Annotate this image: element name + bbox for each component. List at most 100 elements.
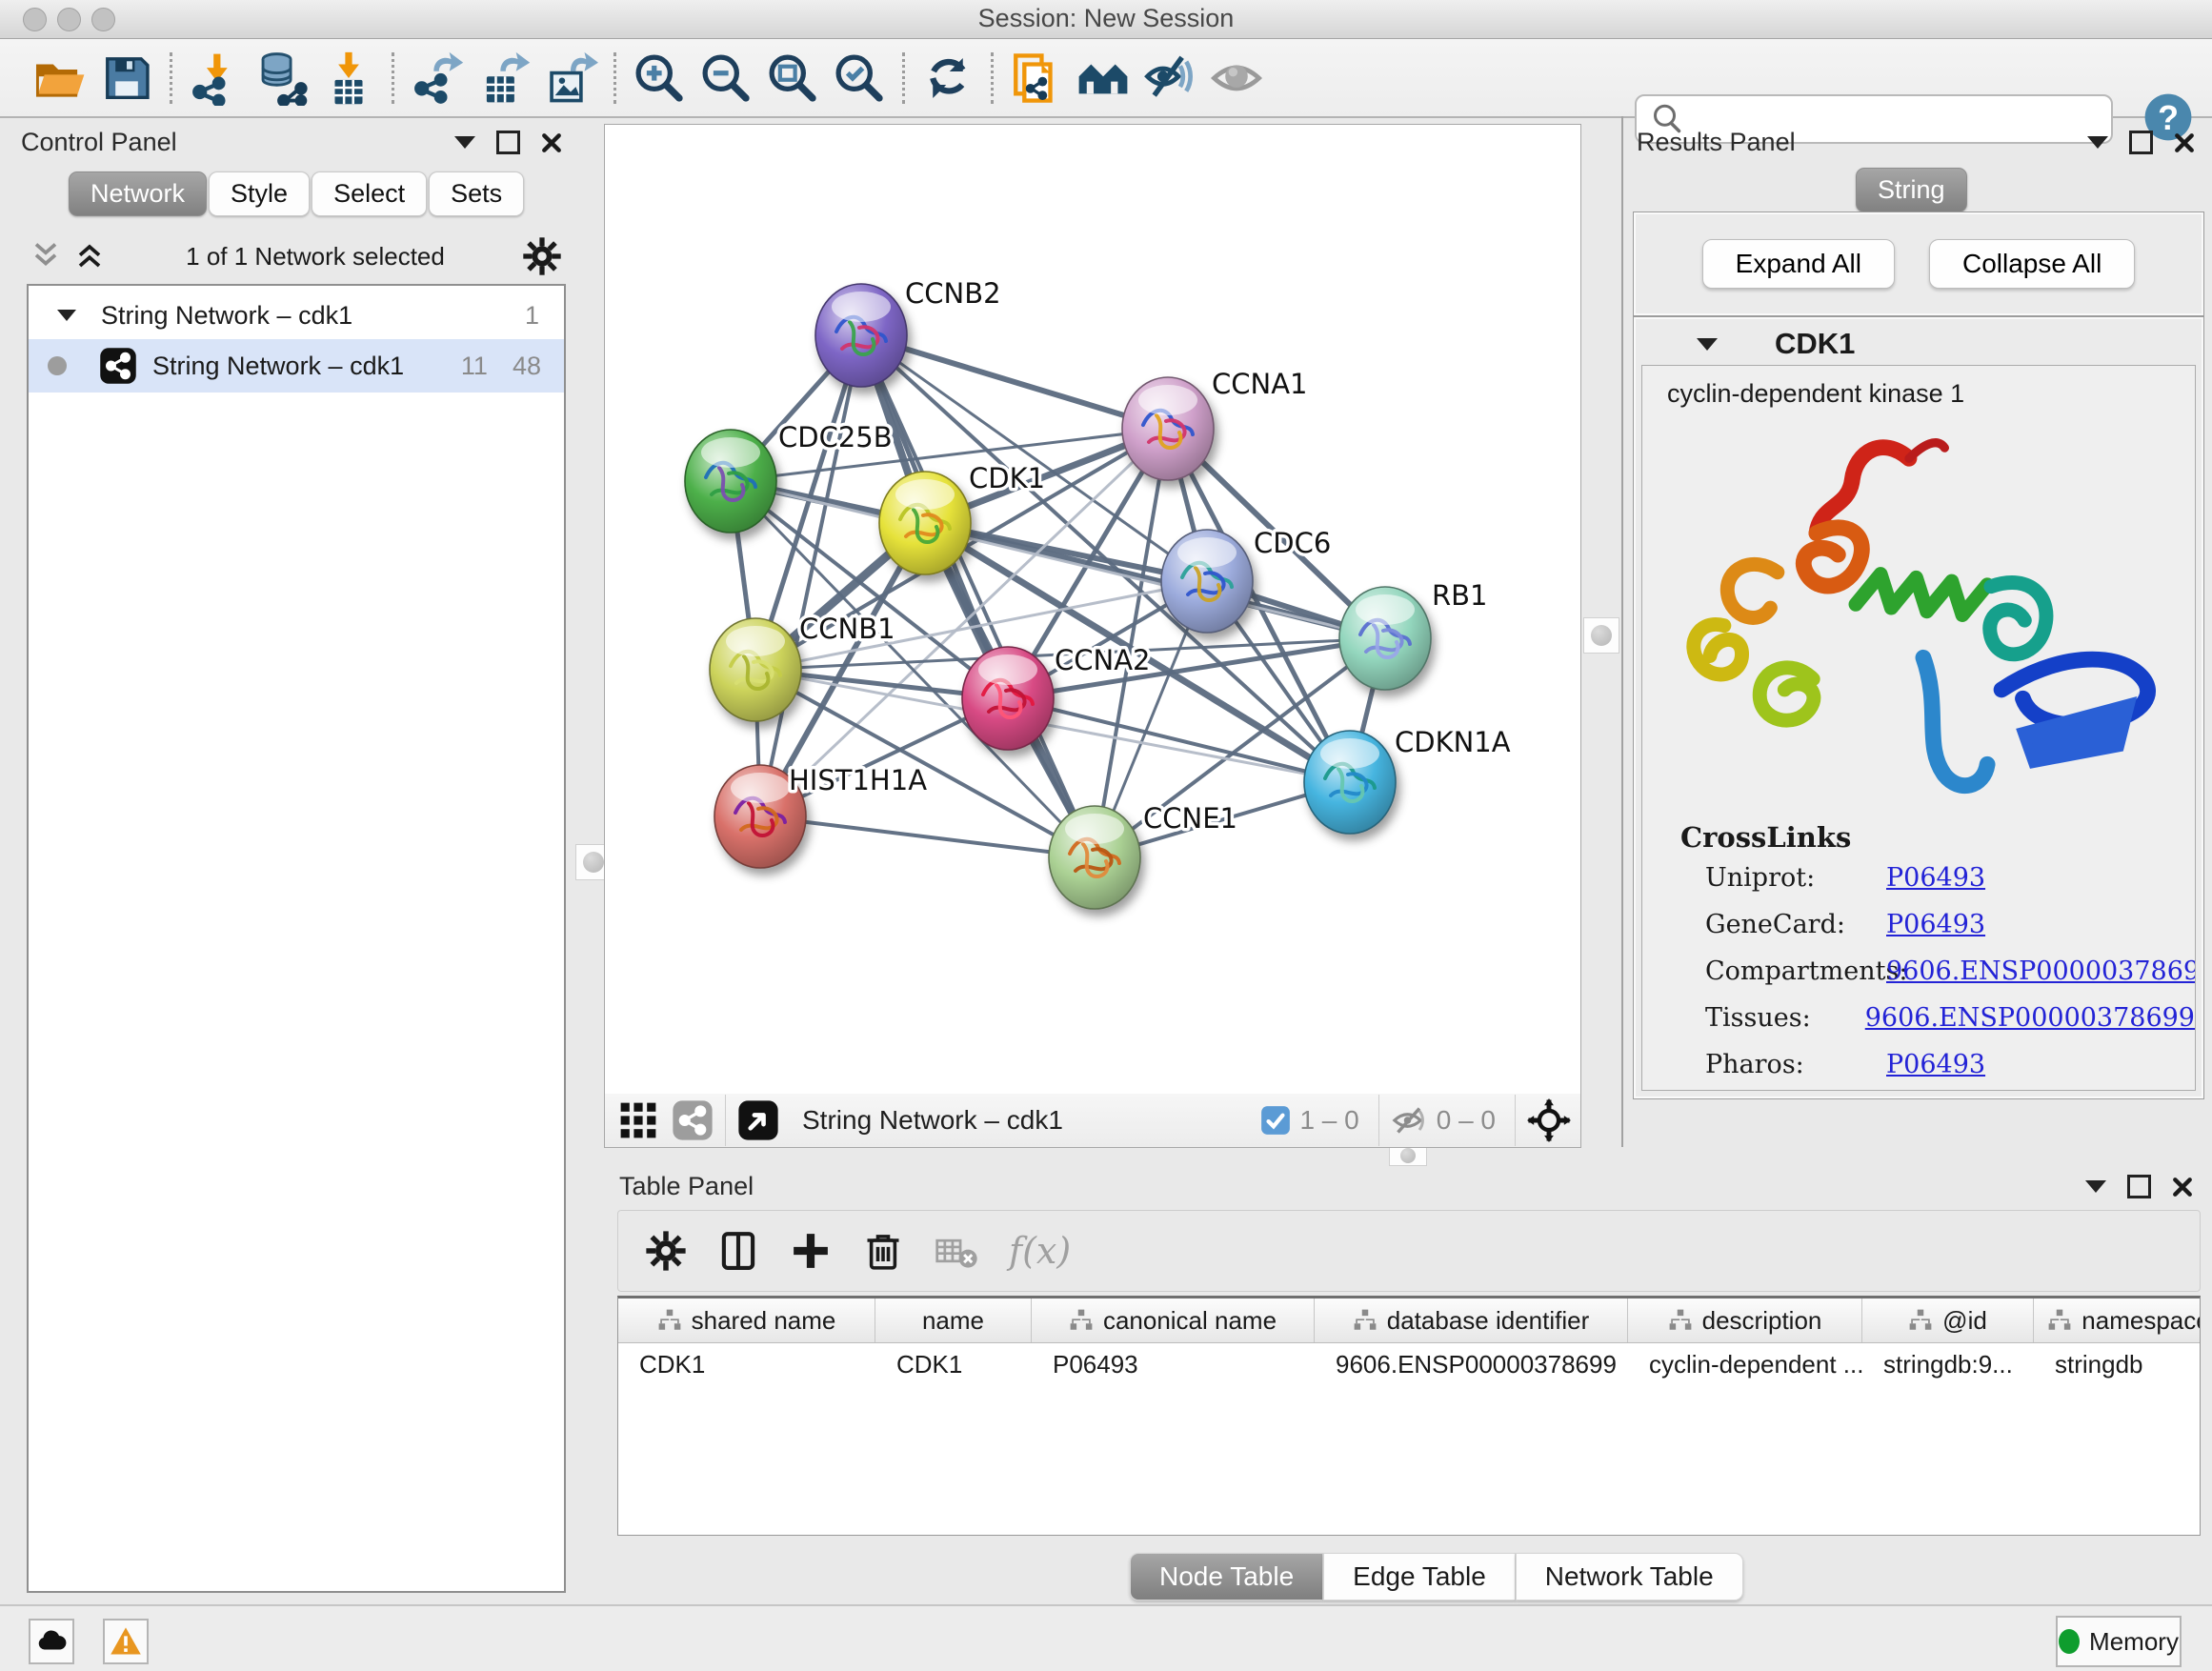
table-settings-gear-icon[interactable] [645, 1230, 687, 1272]
delete-column-icon[interactable] [862, 1230, 904, 1272]
birds-eye-view-icon[interactable] [737, 1099, 779, 1141]
grid-view-icon[interactable] [618, 1100, 658, 1140]
gray-eye-icon [1209, 50, 1264, 106]
node-CDC25B[interactable] [685, 430, 776, 533]
zoom-out-button[interactable] [697, 49, 754, 108]
control-panel-close-icon[interactable] [541, 132, 562, 153]
export-network-button[interactable] [409, 49, 466, 108]
tab-style[interactable]: Style [209, 171, 310, 216]
selected-checkbox-icon[interactable] [1259, 1104, 1292, 1137]
documents-share-icon [1009, 50, 1064, 106]
import-table-button[interactable] [320, 49, 377, 108]
edge-CCNB2-CCNA1[interactable] [861, 335, 1168, 429]
import-network-database-button[interactable] [253, 49, 311, 108]
show-columns-icon[interactable] [717, 1230, 759, 1272]
tab-node-table[interactable]: Node Table [1130, 1553, 1323, 1601]
tab-network[interactable]: Network [69, 171, 207, 216]
table-panel-float-icon[interactable] [2127, 1175, 2151, 1198]
open-session-button[interactable] [31, 49, 89, 108]
node-CCNB1[interactable] [710, 618, 801, 721]
node-CDKN1A[interactable] [1304, 731, 1396, 834]
results-panel-close-icon[interactable] [2174, 132, 2195, 153]
horizontal-splitter-handle[interactable] [1389, 1145, 1427, 1166]
right-splitter-handle[interactable] [1583, 617, 1619, 654]
collapse-all-button[interactable]: Collapse All [1929, 239, 2135, 289]
control-panel-float-icon[interactable] [496, 131, 520, 154]
cloud-button[interactable] [29, 1619, 74, 1664]
cell-shared-name[interactable]: CDK1 [618, 1343, 875, 1385]
node-CCNB2[interactable] [815, 284, 907, 387]
control-panel-menu-icon[interactable] [454, 136, 475, 149]
node-RB1[interactable] [1339, 587, 1431, 690]
column-header-description[interactable]: description [1628, 1299, 1862, 1342]
column-header-namespace[interactable]: namespace [2034, 1299, 2201, 1342]
crosslink-link[interactable]: 9606.ENSP00000378699 [1865, 1003, 2195, 1033]
show-hide-graphics-details-button[interactable] [1141, 49, 1198, 108]
column-header-canonical-name[interactable]: canonical name [1032, 1299, 1315, 1342]
disabled-eye-button[interactable] [1208, 49, 1265, 108]
protein-expander-icon[interactable] [1697, 338, 1718, 351]
save-session-button[interactable] [98, 49, 155, 108]
node-CDC6[interactable] [1161, 530, 1253, 633]
table-row[interactable]: CDK1CDK1P064939606.ENSP00000378699cyclin… [618, 1343, 2200, 1385]
collapse-all-chevrons-icon[interactable] [70, 240, 109, 272]
network-canvas[interactable]: CCNB2CCNA1CDC25BCDK1CDC6RB1CCNB1CCNA2CDK… [604, 124, 1581, 1096]
network-document-button[interactable] [1008, 49, 1065, 108]
houses-button[interactable] [1075, 49, 1132, 108]
window-title: Session: New Session [0, 4, 2212, 33]
network-row-selected[interactable]: String Network – cdk1 11 48 [29, 339, 564, 393]
import-network-file-button[interactable] [187, 49, 244, 108]
protein-description: cyclin-dependent kinase 1 [1642, 366, 2195, 409]
tab-string[interactable]: String [1856, 168, 1967, 212]
refresh-button[interactable] [919, 49, 976, 108]
table-toolbar: f(x) [617, 1210, 2201, 1292]
crosslink-link[interactable]: P06493 [1886, 910, 1985, 939]
tab-select[interactable]: Select [312, 171, 427, 216]
add-column-icon[interactable] [790, 1230, 832, 1272]
pan-crosshair-icon[interactable] [1527, 1098, 1571, 1142]
protein-section-header[interactable]: CDK1 [1634, 317, 2203, 369]
column-header-name[interactable]: name [875, 1299, 1032, 1342]
network-collection-row[interactable]: String Network – cdk1 1 [29, 286, 564, 339]
column-header-id[interactable]: @id [1862, 1299, 2034, 1342]
results-panel-menu-icon[interactable] [2087, 136, 2108, 149]
node-CCNE1[interactable] [1049, 806, 1140, 909]
memory-button[interactable]: Memory [2056, 1616, 2182, 1667]
memory-label: Memory [2089, 1627, 2179, 1657]
crosslink-link[interactable]: P06493 [1886, 1050, 1985, 1079]
zoom-in-button[interactable] [631, 49, 688, 108]
tab-network-table[interactable]: Network Table [1516, 1553, 1743, 1601]
export-table-button[interactable] [475, 49, 533, 108]
results-panel-float-icon[interactable] [2129, 131, 2153, 154]
export-image-button[interactable] [542, 49, 599, 108]
cell-name[interactable]: CDK1 [875, 1343, 1032, 1385]
collection-expander-icon[interactable] [57, 310, 76, 321]
warnings-button[interactable] [103, 1619, 149, 1664]
node-CCNA2[interactable] [962, 647, 1054, 750]
cell-canonical-name[interactable]: P06493 [1032, 1343, 1315, 1385]
node-CDK1[interactable] [879, 472, 971, 574]
tab-sets[interactable]: Sets [429, 171, 524, 216]
cell-id[interactable]: stringdb:9... [1862, 1343, 2034, 1385]
table-panel-menu-icon[interactable] [2085, 1180, 2106, 1193]
share-view-icon[interactable] [672, 1099, 714, 1141]
crosslink-link[interactable]: P06493 [1886, 863, 1985, 893]
cell-database-identifier[interactable]: 9606.ENSP00000378699 [1315, 1343, 1628, 1385]
edge-HIST1H1A-CCNE1[interactable] [760, 816, 1095, 857]
crosslink-link[interactable]: 9606.ENSP00000378699 [1886, 956, 2196, 986]
node-CCNA1[interactable] [1122, 377, 1214, 480]
tab-edge-table[interactable]: Edge Table [1323, 1553, 1516, 1601]
column-header-shared-name[interactable]: shared name [618, 1299, 875, 1342]
edge-CCNB2-HIST1H1A[interactable] [760, 335, 861, 816]
cell-namespace[interactable]: stringdb [2034, 1343, 2201, 1385]
table-panel-close-icon[interactable] [2172, 1177, 2193, 1198]
hidden-eye-icon[interactable] [1391, 1101, 1429, 1139]
network-list-gear-icon[interactable] [522, 236, 562, 276]
cell-description[interactable]: cyclin-dependent ... [1628, 1343, 1862, 1385]
zoom-selected-button[interactable] [831, 49, 888, 108]
crosslink-row: Pharos: P06493 [1705, 1050, 2195, 1079]
expand-all-chevrons-icon[interactable] [27, 240, 65, 272]
column-header-database-identifier[interactable]: database identifier [1315, 1299, 1628, 1342]
expand-all-button[interactable]: Expand All [1702, 239, 1895, 289]
zoom-fit-button[interactable] [764, 49, 821, 108]
